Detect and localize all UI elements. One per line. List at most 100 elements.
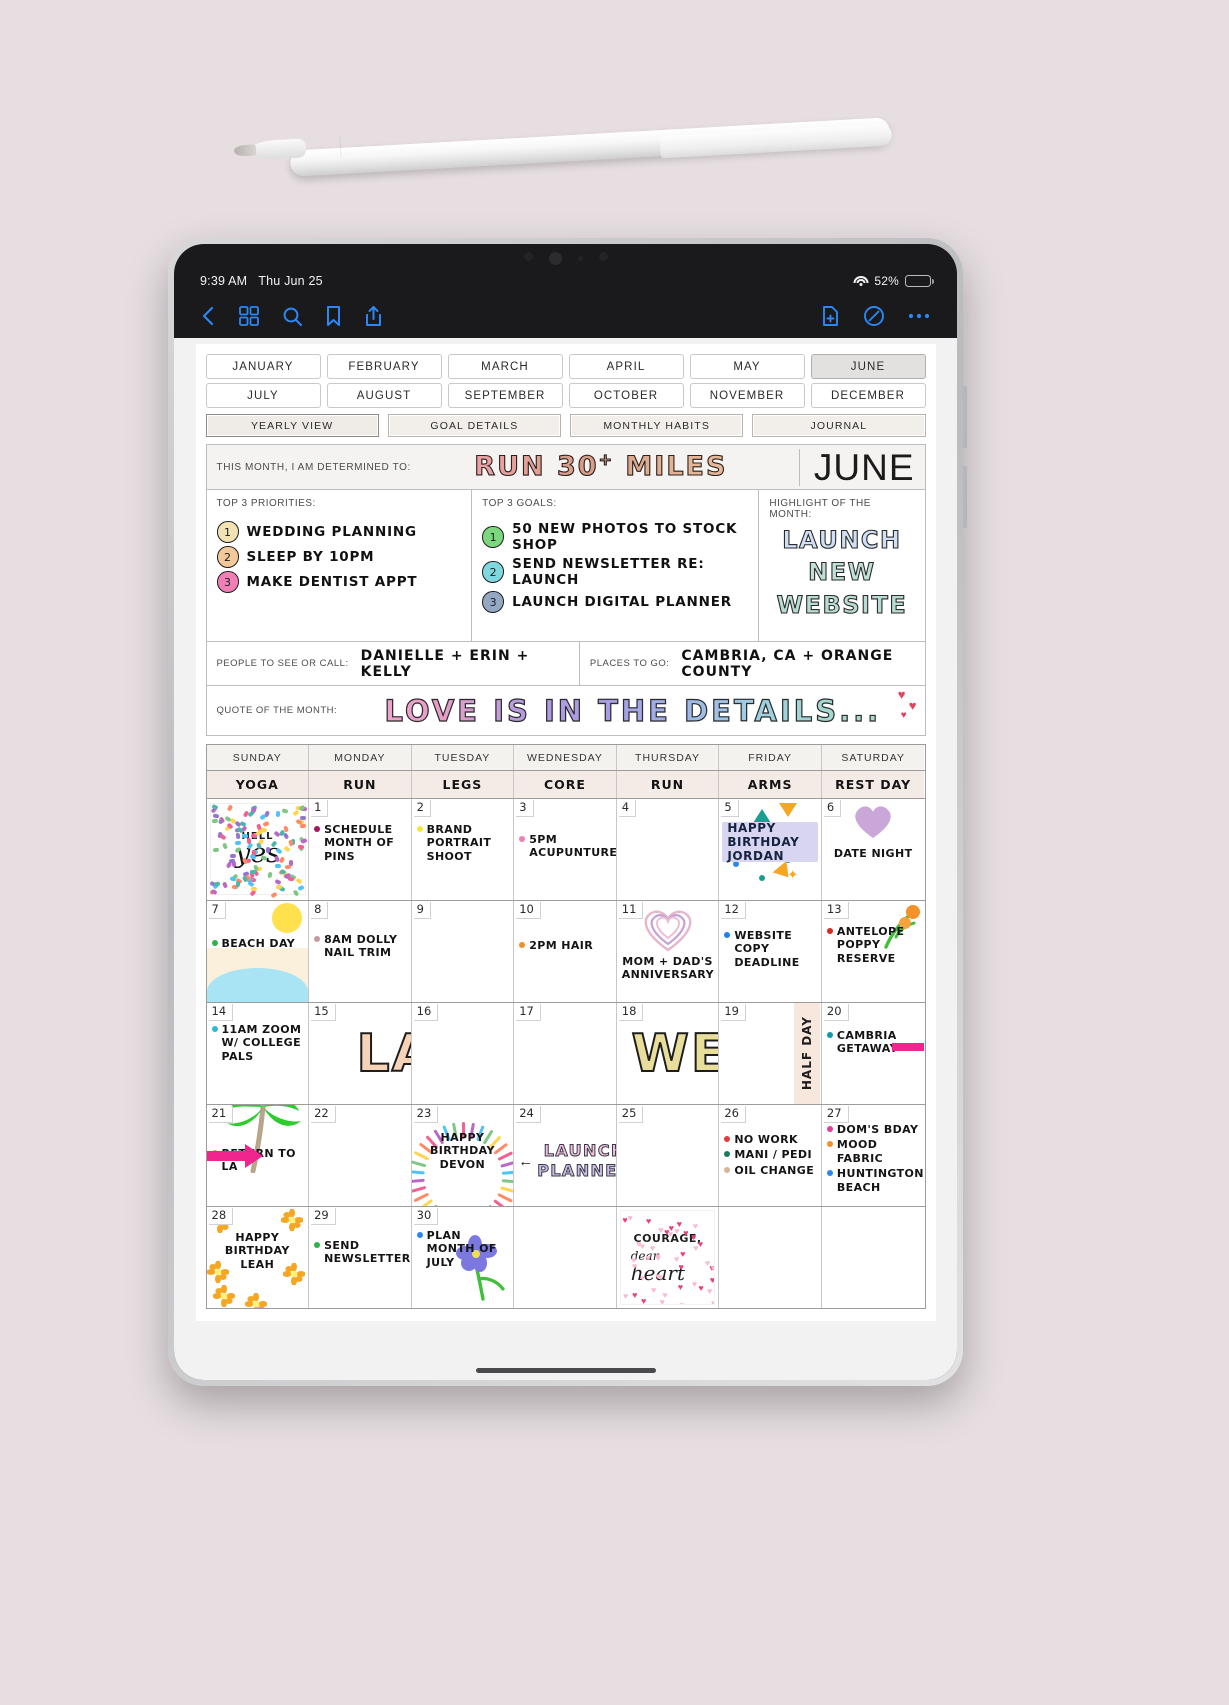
event-item[interactable]: SEND NEWSLETTER bbox=[314, 1239, 406, 1266]
add-page-icon[interactable] bbox=[821, 305, 841, 327]
day-cell-blank-1[interactable]: HELL yes bbox=[207, 799, 310, 900]
day-cell-5[interactable]: 5 ✦ ✦ ✦ HAPPY BIRTHDAY JORDAN bbox=[719, 799, 822, 900]
day-cell-2[interactable]: 2 BRAND PORTRAIT SHOOT bbox=[412, 799, 515, 900]
day-cell-24[interactable]: 24 ← LAUNCH DIGITAL PLANNER BUNDLE → bbox=[514, 1105, 617, 1206]
day-cell-23[interactable]: 23 HAPPY BIRTHDAY DEVON bbox=[412, 1105, 515, 1206]
pen-edit-icon[interactable] bbox=[863, 305, 885, 327]
workout-tuesday[interactable]: LEGS bbox=[412, 771, 515, 798]
bookmark-icon[interactable] bbox=[325, 305, 342, 327]
month-tab-may[interactable]: MAY bbox=[690, 354, 805, 379]
month-tab-february[interactable]: FEBRUARY bbox=[327, 354, 442, 379]
workout-monday[interactable]: RUN bbox=[309, 771, 412, 798]
day-cell-22[interactable]: 22 bbox=[309, 1105, 412, 1206]
tab-goal-details[interactable]: GOAL DETAILS bbox=[388, 414, 561, 437]
event-item[interactable]: OIL CHANGE bbox=[724, 1164, 816, 1177]
search-icon[interactable] bbox=[282, 306, 303, 327]
day-cell-13[interactable]: 13 ANTELOPE POPPY RESERVE bbox=[822, 901, 925, 1002]
back-icon[interactable] bbox=[200, 305, 216, 327]
event-item[interactable]: HAPPY BIRTHDAY DEVON bbox=[417, 1131, 509, 1171]
grid-thumbnails-icon[interactable] bbox=[238, 305, 260, 327]
highlight-text[interactable]: LAUNCH NEW WEBSITE bbox=[769, 524, 914, 621]
day-cell-10[interactable]: 10 2PM HAIR bbox=[514, 901, 617, 1002]
quote-row[interactable]: QUOTE OF THE MONTH: LOVE IS IN THE DETAI… bbox=[206, 686, 926, 736]
workout-sunday[interactable]: YOGA bbox=[207, 771, 310, 798]
day-cell-blank-3[interactable]: COURAGE, dear heart ♥ ♥ ♥ ♥ ♥ ♥ ♥ ♥ ♥ ♥ ♥ ♥ ♥ ♥ ♥ ♥ ♥ ♥ ♥ ♥… bbox=[617, 1207, 720, 1308]
event-item[interactable]: 5PM ACUPUNTURE bbox=[519, 833, 611, 860]
day-cell-21[interactable]: 21 TO LA bbox=[207, 1105, 310, 1206]
tab-monthly-habits[interactable]: MONTHLY HABITS bbox=[570, 414, 743, 437]
event-item[interactable]: PLAN MONTH OF JULY bbox=[417, 1229, 509, 1269]
priority-item[interactable]: 1 WEDDING PLANNING bbox=[217, 521, 462, 543]
goal-item[interactable]: 3 LAUNCH DIGITAL PLANNER bbox=[482, 591, 748, 613]
home-indicator[interactable] bbox=[476, 1368, 656, 1373]
people-cell[interactable]: PEOPLE TO SEE OR CALL: DANIELLE + ERIN +… bbox=[207, 642, 580, 685]
day-cell-9[interactable]: 9 bbox=[412, 901, 515, 1002]
workout-saturday[interactable]: REST DAY bbox=[822, 771, 925, 798]
document-canvas[interactable]: JANUARY FEBRUARY MARCH APRIL MAY JUNE JU… bbox=[174, 338, 957, 1380]
event-item[interactable]: BRAND PORTRAIT SHOOT bbox=[417, 823, 509, 863]
more-ellipsis-icon[interactable] bbox=[907, 305, 931, 327]
month-tab-april[interactable]: APRIL bbox=[569, 354, 684, 379]
workout-wednesday[interactable]: CORE bbox=[514, 771, 617, 798]
tab-yearly-view[interactable]: YEARLY VIEW bbox=[206, 414, 379, 437]
day-cell-3[interactable]: 3 5PM ACUPUNTURE bbox=[514, 799, 617, 900]
day-cell-7[interactable]: 7 BEACH DAY bbox=[207, 901, 310, 1002]
day-cell-26[interactable]: 26 NO WORK MANI / PEDI OIL CHANGE bbox=[719, 1105, 822, 1206]
day-cell-27[interactable]: 27 DOM'S BDAY MOOD FABRIC HUNTINGTON BEA… bbox=[822, 1105, 925, 1206]
event-item[interactable]: 2PM HAIR bbox=[519, 939, 611, 952]
goal-item[interactable]: 1 50 NEW PHOTOS TO STOCK SHOP bbox=[482, 521, 748, 553]
priority-item[interactable]: 2 SLEEP BY 10PM bbox=[217, 546, 462, 568]
day-cell-8[interactable]: 8 8AM DOLLY NAIL TRIM bbox=[309, 901, 412, 1002]
month-tab-march[interactable]: MARCH bbox=[448, 354, 563, 379]
month-tab-september[interactable]: SEPTEMBER bbox=[448, 383, 563, 408]
day-cell-blank-5[interactable] bbox=[822, 1207, 925, 1308]
month-tab-october[interactable]: OCTOBER bbox=[569, 383, 684, 408]
month-tab-november[interactable]: NOVEMBER bbox=[690, 383, 805, 408]
event-item[interactable]: DATE NIGHT bbox=[827, 847, 920, 860]
volume-down-button[interactable] bbox=[963, 466, 967, 528]
day-cell-15[interactable]: 15 LAUNCH bbox=[309, 1003, 412, 1104]
day-cell-25[interactable]: 25 bbox=[617, 1105, 720, 1206]
day-cell-30[interactable]: 30 PLAN MONTH OF JULY bbox=[412, 1207, 515, 1308]
day-cell-14[interactable]: 14 11AM ZOOM W/ COLLEGE PALS bbox=[207, 1003, 310, 1104]
day-cell-28[interactable]: 28 HAPPY BIRTHDAY LEAH bbox=[207, 1207, 310, 1308]
month-tab-august[interactable]: AUGUST bbox=[327, 383, 442, 408]
day-cell-20[interactable]: 20 CAMBRIA GETAWAY bbox=[822, 1003, 925, 1104]
month-tab-january[interactable]: JANUARY bbox=[206, 354, 321, 379]
event-item[interactable]: 8AM DOLLY NAIL TRIM bbox=[314, 933, 406, 960]
tab-journal[interactable]: JOURNAL bbox=[752, 414, 925, 437]
workout-thursday[interactable]: RUN bbox=[617, 771, 720, 798]
day-cell-blank-4[interactable] bbox=[719, 1207, 822, 1308]
event-item[interactable]: BEACH DAY bbox=[212, 937, 304, 950]
day-cell-17[interactable]: 17 bbox=[514, 1003, 617, 1104]
month-tab-june[interactable]: JUNE bbox=[811, 354, 926, 379]
priority-item[interactable]: 3 MAKE DENTIST APPT bbox=[217, 571, 462, 593]
event-item[interactable]: MANI / PEDI bbox=[724, 1148, 816, 1161]
day-cell-19[interactable]: 19 HALF DAY bbox=[719, 1003, 822, 1104]
determined-value[interactable]: RUN 30+ MILES bbox=[411, 450, 791, 485]
day-cell-12[interactable]: 12 WEBSITE COPY DEADLINE bbox=[719, 901, 822, 1002]
event-item[interactable]: HUNTINGTON BEACH bbox=[827, 1167, 920, 1194]
event-item[interactable]: MOOD FABRIC bbox=[827, 1138, 920, 1165]
event-item[interactable]: HAPPY BIRTHDAY LEAH bbox=[212, 1231, 304, 1271]
share-icon[interactable] bbox=[364, 305, 383, 327]
goal-item[interactable]: 2 SEND NEWSLETTER RE: LAUNCH bbox=[482, 556, 748, 588]
event-item[interactable]: DOM'S BDAY bbox=[827, 1123, 920, 1136]
event-item[interactable]: NO WORK bbox=[724, 1133, 816, 1146]
day-cell-6[interactable]: 6 DATE NIGHT bbox=[822, 799, 925, 900]
event-item[interactable]: WEBSITE COPY DEADLINE bbox=[724, 929, 816, 969]
event-item[interactable]: ANTELOPE POPPY RESERVE bbox=[827, 925, 920, 965]
event-item[interactable]: MOM + DAD'S ANNIVERSARY bbox=[622, 955, 714, 982]
places-cell[interactable]: PLACES TO GO: CAMBRIA, CA + ORANGE COUNT… bbox=[580, 642, 925, 685]
day-cell-blank-2[interactable] bbox=[514, 1207, 617, 1308]
event-item[interactable]: SCHEDULE MONTH OF PINS bbox=[314, 823, 406, 863]
month-tab-july[interactable]: JULY bbox=[206, 383, 321, 408]
workout-friday[interactable]: ARMS bbox=[719, 771, 822, 798]
day-cell-11[interactable]: 11 MOM + DAD'S ANNIVERSARY bbox=[617, 901, 720, 1002]
day-cell-4[interactable]: 4 bbox=[617, 799, 720, 900]
volume-up-button[interactable] bbox=[963, 386, 967, 448]
day-cell-29[interactable]: 29 SEND NEWSLETTER bbox=[309, 1207, 412, 1308]
day-cell-16[interactable]: 16 bbox=[412, 1003, 515, 1104]
day-cell-1[interactable]: 1 SCHEDULE MONTH OF PINS bbox=[309, 799, 412, 900]
event-item[interactable]: 11AM ZOOM W/ COLLEGE PALS bbox=[212, 1023, 304, 1063]
